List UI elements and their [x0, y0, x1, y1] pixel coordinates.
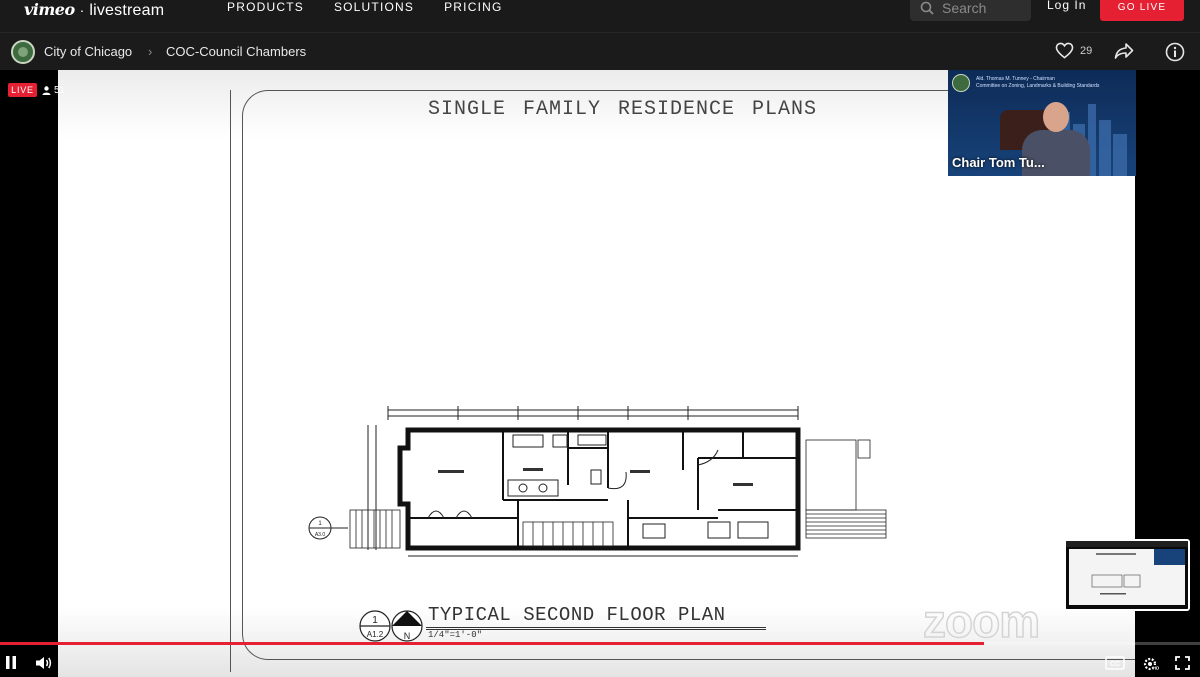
speaker-header-line1: Ald. Thomas M. Tunney - Chairman — [976, 76, 1055, 82]
heart-icon — [1055, 42, 1074, 59]
screen-share-preview[interactable] — [1064, 539, 1190, 611]
plan-ref-number: 1 — [372, 615, 378, 626]
viewer-count-value: 51 — [54, 84, 66, 96]
viewer-count: 51 — [42, 83, 65, 97]
nav-solutions[interactable]: SOLUTIONS — [334, 0, 414, 14]
section-marker: 1 A3.0 — [308, 516, 348, 540]
search-input[interactable] — [942, 0, 1022, 16]
volume-icon[interactable] — [35, 656, 53, 670]
closed-captions-icon[interactable]: CC — [1105, 656, 1125, 670]
login-link[interactable]: Log In — [1047, 0, 1086, 12]
breadcrumb-account[interactable]: City of Chicago — [44, 44, 132, 59]
nav-links: PRODUCTS SOLUTIONS PRICING — [227, 0, 503, 14]
player-controls: CC HD — [0, 648, 1200, 677]
speaker-name: Chair Tom Tu... — [952, 155, 1045, 170]
progress-fill — [0, 642, 984, 645]
plan-scale: 1/4"=1'-0" — [428, 630, 483, 640]
brand-dot: · — [79, 2, 85, 18]
video-player[interactable]: SINGLE FAMILY RESIDENCE PLANS 1 A3.0 1 A… — [0, 70, 1200, 677]
brand-logo[interactable]: vimeo · livestream — [24, 0, 165, 19]
speaker-city-seal — [952, 74, 970, 92]
preview-thumbnail — [1066, 541, 1188, 609]
city-seal-avatar[interactable] — [11, 40, 35, 64]
person-icon — [42, 85, 51, 95]
breadcrumb-separator: › — [148, 44, 153, 59]
svg-text:HD: HD — [1153, 666, 1159, 671]
zoom-watermark: zoom — [922, 594, 1041, 648]
speaker-header: Ald. Thomas M. Tunney - Chairman Committ… — [976, 76, 1099, 90]
go-live-button[interactable]: GO LIVE — [1100, 0, 1184, 21]
nav-pricing[interactable]: PRICING — [444, 0, 502, 14]
info-button[interactable] — [1165, 42, 1185, 67]
pause-icon[interactable] — [5, 656, 17, 669]
info-icon — [1165, 42, 1185, 62]
live-badge: LIVE — [8, 83, 37, 97]
like-count: 29 — [1080, 44, 1093, 57]
plan-title: TYPICAL SECOND FLOOR PLAN — [428, 604, 726, 626]
top-nav: vimeo · livestream PRODUCTS SOLUTIONS PR… — [0, 0, 1200, 32]
plan-reference-symbol: 1 A1.2 N — [359, 610, 423, 642]
slide-title: SINGLE FAMILY RESIDENCE PLANS — [428, 98, 818, 121]
app-root: vimeo · livestream PRODUCTS SOLUTIONS PR… — [0, 0, 1200, 677]
share-icon — [1114, 43, 1134, 59]
breadcrumb-event[interactable]: COC-Council Chambers — [166, 44, 306, 59]
speaker-header-line2: Committee on Zoning, Landmarks & Buildin… — [976, 83, 1100, 89]
svg-text:CC: CC — [1110, 661, 1120, 668]
channel-bar: City of Chicago › COC-Council Chambers 2… — [0, 32, 1200, 70]
search-box[interactable] — [910, 0, 1031, 21]
fullscreen-icon[interactable] — [1175, 656, 1190, 670]
settings-icon[interactable]: HD — [1143, 656, 1159, 672]
brand-vimeo: vimeo — [24, 0, 75, 19]
speaker-head — [1043, 102, 1069, 132]
brand-livestream: livestream — [89, 2, 165, 19]
floor-plan-drawing: 1 A3.0 — [308, 406, 887, 557]
nav-products[interactable]: PRODUCTS — [227, 0, 304, 14]
north-arrow-label: N — [404, 631, 411, 641]
speaker-thumbnail: Ald. Thomas M. Tunney - Chairman Committ… — [948, 70, 1136, 176]
plan-ref-sheet: A1.2 — [367, 630, 384, 639]
search-icon — [920, 1, 934, 15]
section-marker-sheet: A3.0 — [315, 532, 326, 538]
share-button[interactable] — [1114, 42, 1134, 65]
like-button[interactable]: 29 — [1055, 42, 1092, 59]
